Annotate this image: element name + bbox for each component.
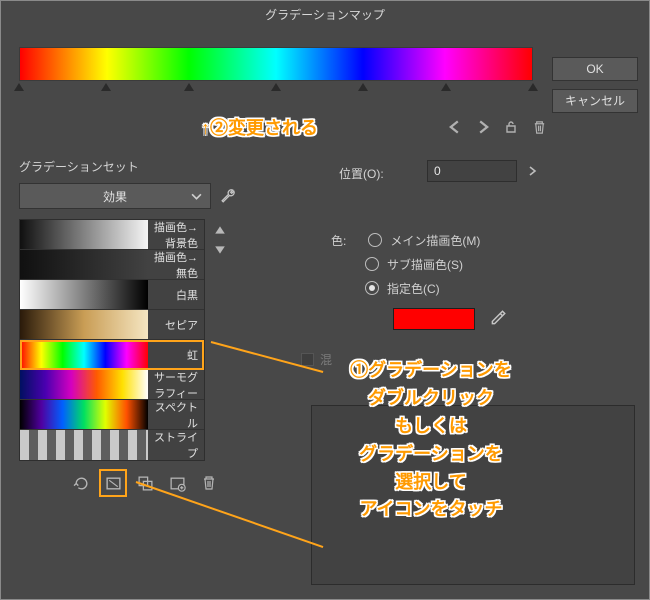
gradient-preset-item[interactable]: 描画色→背景色 — [20, 220, 204, 250]
gradient-preset-item[interactable]: セピア — [20, 310, 204, 340]
position-step-icon[interactable] — [523, 160, 541, 182]
duplicate-icon[interactable] — [135, 473, 155, 493]
gradient-preset-item[interactable]: 虹 — [20, 340, 204, 370]
gradient-stop-marker[interactable] — [441, 83, 451, 93]
specified-color-swatch[interactable] — [393, 308, 475, 330]
secondary-panel — [311, 405, 635, 585]
reset-icon[interactable] — [71, 473, 91, 493]
gradient-preset-swatch — [20, 280, 148, 309]
delete-preset-icon[interactable] — [199, 473, 219, 493]
gradient-preset-swatch — [20, 400, 148, 429]
next-stop-icon[interactable] — [474, 118, 492, 136]
gradient-preset-swatch — [20, 430, 148, 460]
ok-button[interactable]: OK — [552, 57, 638, 81]
radio-main-color[interactable] — [368, 233, 382, 247]
gradient-stop-markers — [19, 83, 533, 95]
annotation-changed: ↑②変更される — [201, 115, 318, 143]
gradient-preset-swatch — [20, 370, 148, 399]
gradient-preset-item[interactable]: スペクトル — [20, 400, 204, 430]
gradient-preset-item[interactable]: 白黒 — [20, 280, 204, 310]
list-reorder-arrows — [211, 219, 229, 461]
radio-sub-color-label: サブ描画色(S) — [387, 256, 463, 273]
gradient-preset-label: 白黒 — [148, 287, 204, 303]
gradient-set-selected: 効果 — [103, 188, 127, 205]
gradient-preset-label: 描画色→無色 — [148, 249, 204, 281]
gradient-stop-marker[interactable] — [358, 83, 368, 93]
cancel-button[interactable]: キャンセル — [552, 89, 638, 113]
chevron-down-icon — [191, 191, 202, 202]
gradient-set-select[interactable]: 効果 — [19, 183, 211, 209]
gradient-stop-marker[interactable] — [101, 83, 111, 93]
gradient-stop-marker[interactable] — [14, 83, 24, 93]
gradient-stop-marker[interactable] — [184, 83, 194, 93]
prev-stop-icon[interactable] — [446, 118, 464, 136]
color-source-group: 色: メイン描画色(M) サブ描画色(S) 指定色(C) — [331, 228, 480, 300]
gradient-tools-row — [446, 116, 548, 138]
gradient-stop-marker[interactable] — [271, 83, 281, 93]
gradient-preset-item[interactable]: サーモグラフィー — [20, 370, 204, 400]
color-label: 色: — [331, 232, 346, 249]
option-checkbox[interactable] — [301, 353, 314, 366]
gradient-set-panel: グラデーションセット 効果 描画色→背景色描画色→無色白黒セピア虹サーモグラフィ… — [19, 158, 239, 493]
window-title: グラデーションマップ — [1, 1, 649, 29]
option-checkbox-row: 混 — [301, 351, 332, 368]
radio-specified-color[interactable] — [365, 281, 379, 295]
gradient-preset-swatch — [20, 250, 148, 279]
gradient-preset-label: 描画色→背景色 — [148, 219, 204, 251]
wrench-icon[interactable] — [217, 185, 239, 207]
gradient-set-title: グラデーションセット — [19, 158, 239, 175]
move-down-icon[interactable] — [211, 243, 229, 257]
add-preset-icon[interactable] — [167, 473, 187, 493]
gradient-preset-swatch — [20, 340, 148, 369]
position-input[interactable] — [427, 160, 517, 182]
gradient-preset-swatch — [20, 310, 148, 339]
gradient-preview-bar[interactable] — [19, 47, 533, 81]
trash-icon[interactable] — [530, 118, 548, 136]
eyedropper-icon[interactable] — [487, 307, 509, 329]
radio-sub-color[interactable] — [365, 257, 379, 271]
radio-specified-color-label: 指定色(C) — [387, 280, 440, 297]
gradient-preset-list: 描画色→背景色描画色→無色白黒セピア虹サーモグラフィースペクトルストライプ — [19, 219, 205, 461]
gradient-preset-item[interactable]: 描画色→無色 — [20, 250, 204, 280]
lock-icon[interactable] — [502, 118, 520, 136]
gradient-preset-swatch — [20, 220, 148, 249]
gradient-stop-marker[interactable] — [528, 83, 538, 93]
move-up-icon[interactable] — [211, 223, 229, 237]
gradient-preset-label: セピア — [148, 317, 204, 333]
gradient-preset-label: スペクトル — [148, 399, 204, 431]
option-checkbox-label: 混 — [320, 351, 332, 368]
gradient-preset-label: 虹 — [148, 347, 204, 363]
gradient-preset-label: ストライプ — [148, 429, 204, 461]
gradient-preview-fill — [20, 48, 532, 80]
preset-action-row — [19, 473, 239, 493]
radio-main-color-label: メイン描画色(M) — [390, 232, 480, 249]
gradient-preset-label: サーモグラフィー — [148, 369, 204, 401]
position-label: 位置(O): — [339, 165, 384, 182]
apply-gradient-icon[interactable] — [103, 473, 123, 493]
gradient-preset-item[interactable]: ストライプ — [20, 430, 204, 460]
